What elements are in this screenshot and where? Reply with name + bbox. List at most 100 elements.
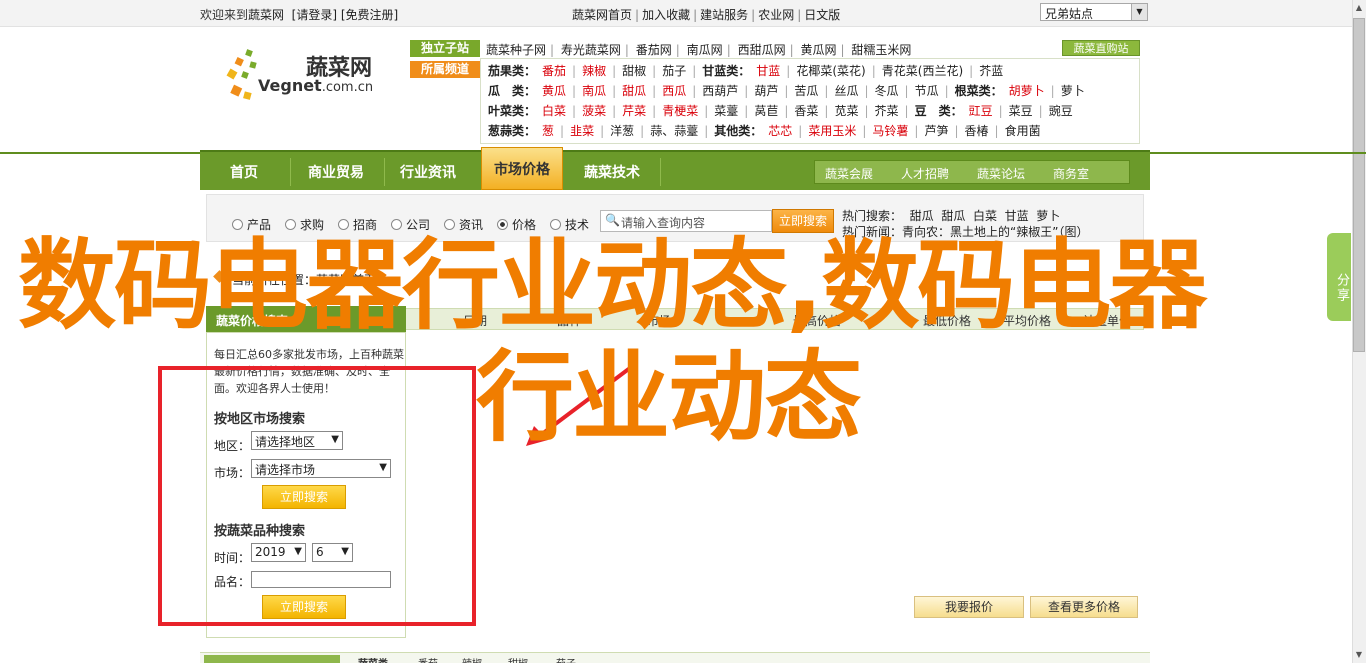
veg-link[interactable]: 甜椒 xyxy=(622,64,646,78)
hot-search-link[interactable]: 甜瓜 xyxy=(910,209,934,223)
veg-row-heading: 甘蓝类： xyxy=(702,64,751,78)
veg-link[interactable]: 白菜 xyxy=(542,104,566,118)
veg-link[interactable]: 黄瓜 xyxy=(542,84,566,98)
top-link-build[interactable]: 建站服务 xyxy=(700,8,748,22)
sub-nav-expo[interactable]: 蔬菜会展 xyxy=(825,165,873,182)
top-link-agri[interactable]: 农业网 xyxy=(758,8,794,22)
top-link-home[interactable]: 蔬菜网首页 xyxy=(572,8,632,22)
veg-link[interactable]: 青梗菜 xyxy=(662,104,698,118)
veg-link[interactable]: 葫芦 xyxy=(754,84,778,98)
veg-link[interactable]: 花椰菜(菜花) xyxy=(796,64,865,78)
veg-link[interactable]: 丝瓜 xyxy=(834,84,858,98)
sub-nav-office[interactable]: 商务室 xyxy=(1053,165,1089,182)
sub-site-link[interactable]: 寿光蔬菜网 xyxy=(561,43,621,57)
bottom-item[interactable]: 甜椒 xyxy=(508,655,528,663)
veg-link[interactable]: 茄子 xyxy=(662,64,686,78)
veg-link[interactable]: 豌豆 xyxy=(1049,104,1073,118)
veg-link[interactable]: 节瓜 xyxy=(915,84,939,98)
veg-row-heading: 葱蒜类： xyxy=(488,124,537,138)
veg-row: 葱蒜类：葱 | 韭菜 | 洋葱 | 蒜、蒜薹 | 其他类： 芯芯 | 菜用玉米 | 马铃薯 | 芦笋 | 香椿 | 食… xyxy=(488,124,1041,138)
veg-row: 茄果类： 番茄 | 辣椒 | 甜椒 | 茄子 | 甘蓝类： 甘蓝 | 花椰菜(菜花) | 青花菜(西兰花) |… xyxy=(488,64,1004,78)
scroll-thumb[interactable] xyxy=(1353,18,1365,352)
veg-row-heading: 瓜 类： xyxy=(488,84,537,98)
login-link[interactable]: [请登录] xyxy=(292,8,337,22)
sub-site-link[interactable]: 南瓜网 xyxy=(687,43,723,57)
veg-link[interactable]: 葱 xyxy=(542,124,554,138)
nav-item-trade[interactable]: 商业贸易 xyxy=(308,162,364,182)
skin-select[interactable]: 兄弟姑点 ▼ xyxy=(1040,3,1148,21)
independent-sites-tag: 独立子站 xyxy=(410,40,480,57)
scroll-up-icon[interactable]: ▲ xyxy=(1352,0,1366,16)
bottom-item[interactable]: 番茄 xyxy=(418,655,438,663)
veg-link[interactable]: 胡萝卜 xyxy=(1009,84,1045,98)
veg-row: 叶菜类： 白菜 | 菠菜 | 芹菜 | 青梗菜 | 菜薹 | 莴苣 | 香菜 | 苋菜 | 芥菜 | 豆 类： 豇豆 | 菜… xyxy=(488,104,1073,118)
site-link[interactable]: 蔬菜网 xyxy=(248,8,284,22)
share-tab[interactable]: 分享 xyxy=(1327,233,1351,321)
veg-link[interactable]: 辣椒 xyxy=(582,64,606,78)
top-link-favorite[interactable]: 加入收藏 xyxy=(642,8,690,22)
veg-link[interactable]: 青花菜(西兰花) xyxy=(882,64,963,78)
bottom-item[interactable]: 辣椒 xyxy=(462,655,482,663)
veg-link[interactable]: 莴苣 xyxy=(754,104,778,118)
sub-nav-forum[interactable]: 蔬菜论坛 xyxy=(977,165,1025,182)
nav-item-tech[interactable]: 蔬菜技术 xyxy=(584,162,640,182)
more-prices-button[interactable]: 查看更多价格 xyxy=(1030,596,1138,618)
veg-link[interactable]: 芹菜 xyxy=(622,104,646,118)
register-link[interactable]: [免费注册] xyxy=(341,8,398,22)
veg-link[interactable]: 韭菜 xyxy=(570,124,594,138)
hot-search-link[interactable]: 萝卜 xyxy=(1036,209,1060,223)
veg-link[interactable]: 蒜、蒜薹 xyxy=(650,124,698,138)
veg-link[interactable]: 南瓜 xyxy=(582,84,606,98)
chevron-down-icon: ▼ xyxy=(1131,4,1147,20)
sub-nav-jobs[interactable]: 人才招聘 xyxy=(901,165,949,182)
site-logo[interactable]: 蔬菜网 Vegnet.com.cn xyxy=(210,38,400,118)
veg-link[interactable]: 菜豆 xyxy=(1009,104,1033,118)
veg-link[interactable]: 芥蓝 xyxy=(979,64,1003,78)
welcome-text: 欢迎来到蔬菜网 [请登录] [免费注册] xyxy=(200,8,399,22)
veg-link[interactable]: 冬瓜 xyxy=(875,84,899,98)
bottom-category-label: 蔬菜类 xyxy=(358,655,388,663)
veg-link[interactable]: 苋菜 xyxy=(834,104,858,118)
veg-link[interactable]: 甘蓝 xyxy=(756,64,780,78)
veg-link[interactable]: 芯芯 xyxy=(768,124,792,138)
veg-link[interactable]: 食用菌 xyxy=(1005,124,1041,138)
hot-search-link[interactable]: 甘蓝 xyxy=(1005,209,1029,223)
veg-link[interactable]: 西葫芦 xyxy=(702,84,738,98)
sub-nav: 蔬菜会展 人才招聘 蔬菜论坛 商务室 xyxy=(814,160,1130,184)
nav-item-news[interactable]: 行业资讯 xyxy=(400,162,456,182)
overlay-title-line1: 数码电器行业动态,数码电器 xyxy=(18,229,1207,343)
veg-link[interactable]: 甜瓜 xyxy=(622,84,646,98)
veg-link[interactable]: 菜用玉米 xyxy=(808,124,856,138)
top-link-japanese[interactable]: 日文版 xyxy=(804,8,840,22)
hot-search-link[interactable]: 白菜 xyxy=(973,209,997,223)
veg-link[interactable]: 马铃薯 xyxy=(872,124,908,138)
sub-site-link[interactable]: 蔬菜种子网 xyxy=(486,43,546,57)
veg-link[interactable]: 菠菜 xyxy=(582,104,606,118)
veg-link[interactable]: 洋葱 xyxy=(610,124,634,138)
sub-site-link[interactable]: 西甜瓜网 xyxy=(738,43,786,57)
quote-button[interactable]: 我要报价 xyxy=(914,596,1024,618)
sub-site-link[interactable]: 甜糯玉米网 xyxy=(851,43,911,57)
veg-link[interactable]: 芥菜 xyxy=(875,104,899,118)
veg-link[interactable]: 番茄 xyxy=(542,64,566,78)
nav-item-price[interactable]: 市场价格 xyxy=(481,147,563,190)
bottom-item[interactable]: 茄子 xyxy=(556,655,576,663)
direct-buy-button[interactable]: 蔬菜直购站 xyxy=(1062,40,1140,56)
veg-link[interactable]: 萝卜 xyxy=(1061,84,1085,98)
hot-search-link[interactable]: 甜瓜 xyxy=(941,209,965,223)
top-links: 蔬菜网首页 | 加入收藏 | 建站服务 | 农业网 | 日文版 xyxy=(572,8,841,22)
sub-site-link[interactable]: 番茄网 xyxy=(636,43,672,57)
veg-link[interactable]: 香菜 xyxy=(794,104,818,118)
veg-link[interactable]: 豇豆 xyxy=(969,104,993,118)
veg-link[interactable]: 苦瓜 xyxy=(794,84,818,98)
nav-item-home[interactable]: 首页 xyxy=(230,162,258,182)
top-bar: 欢迎来到蔬菜网 [请登录] [免费注册] 蔬菜网首页 | 加入收藏 | 建站服务 | 农业网… xyxy=(0,0,1352,27)
veg-link[interactable]: 香椿 xyxy=(965,124,989,138)
sub-site-link[interactable]: 黄瓜网 xyxy=(800,43,836,57)
veg-link[interactable]: 菜薹 xyxy=(714,104,738,118)
veg-row: 瓜 类： 黄瓜 | 南瓜 | 甜瓜 | 西瓜 | 西葫芦 | 葫芦 | 苦瓜 | 丝瓜 | 冬瓜 | 节瓜 | 根菜类：胡… xyxy=(488,84,1085,98)
veg-row-heading: 其他类： xyxy=(714,124,763,138)
veg-link[interactable]: 西瓜 xyxy=(662,84,686,98)
scroll-down-icon[interactable]: ▼ xyxy=(1352,647,1366,663)
veg-link[interactable]: 芦笋 xyxy=(924,124,948,138)
